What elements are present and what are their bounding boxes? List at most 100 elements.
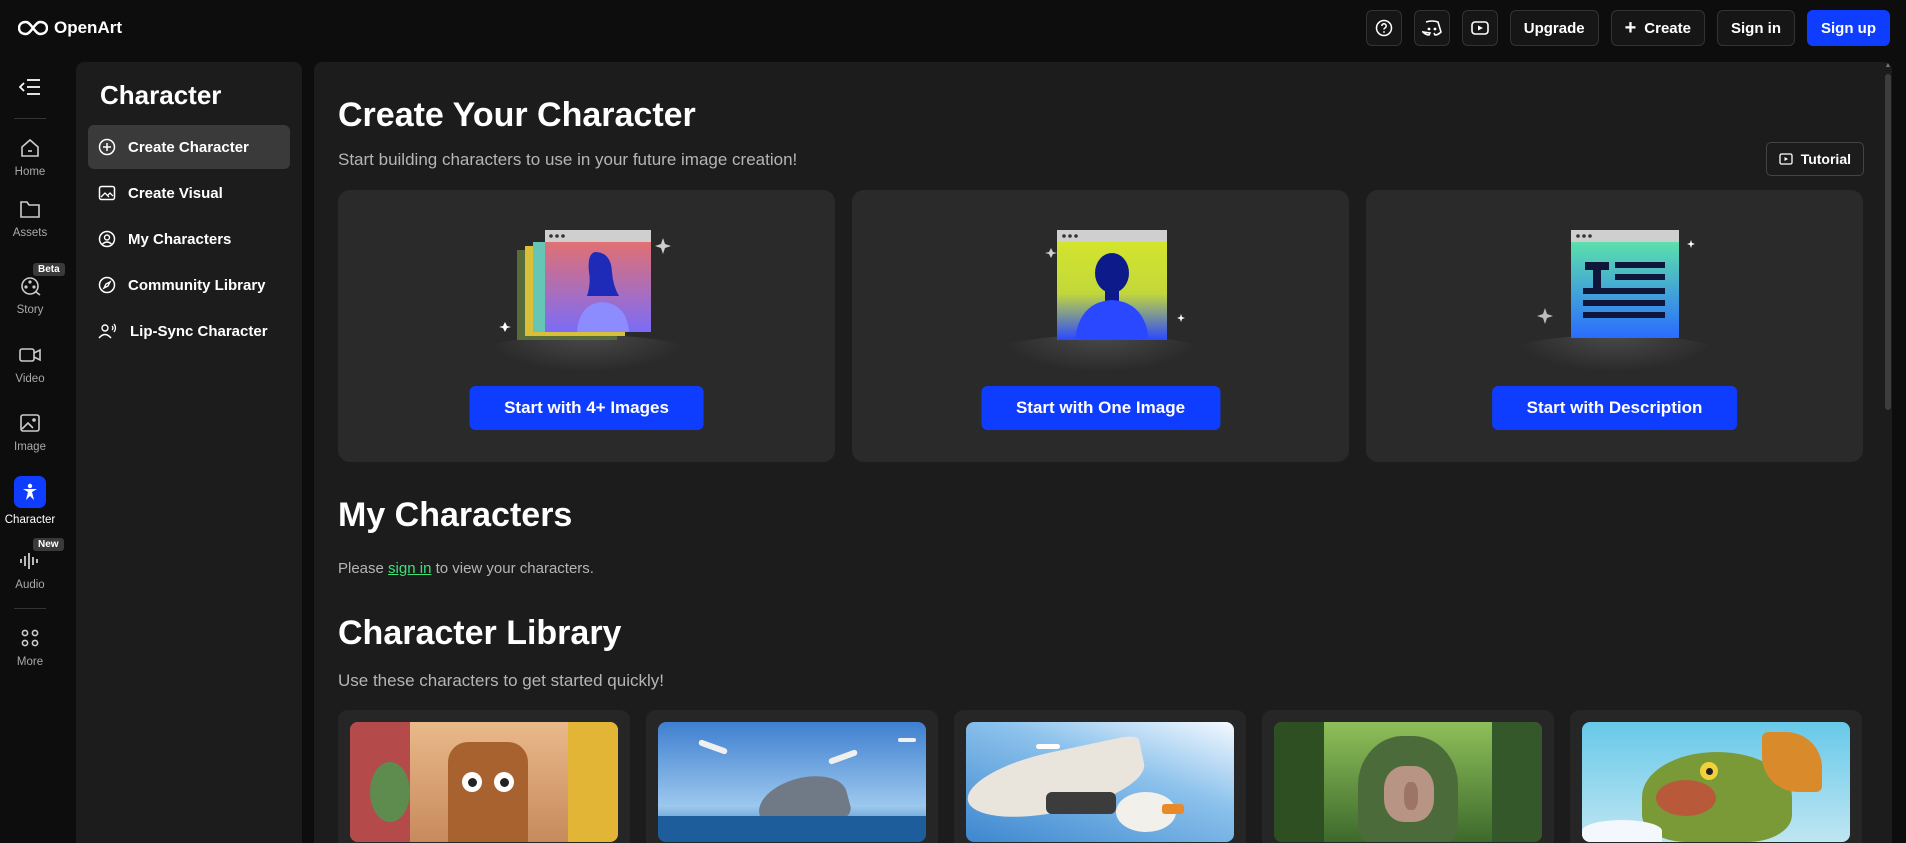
character-subnav: Character Create Character Create Visual… <box>76 62 302 843</box>
library-character-image <box>966 722 1234 842</box>
collapse-sidebar-button[interactable] <box>0 78 60 96</box>
rail-item-assets[interactable]: Assets <box>0 197 60 239</box>
sign-in-prompt-prefix: Please <box>338 560 384 577</box>
library-character-card[interactable] <box>1262 710 1554 843</box>
library-character-image <box>1582 722 1850 842</box>
subnav-item-create-visual[interactable]: Create Visual <box>88 171 290 215</box>
grid-more-icon <box>21 629 39 647</box>
start-with-one-image-card[interactable]: Start with One Image <box>852 190 1349 462</box>
app-name: OpenArt <box>54 18 122 37</box>
top-bar: OpenArt Upgrade + Create Sign in Sign up <box>0 0 1906 56</box>
discord-button[interactable] <box>1413 10 1450 46</box>
openart-logo[interactable]: OpenArt <box>18 18 122 38</box>
create-button[interactable]: + Create <box>1610 10 1705 46</box>
folder-icon <box>20 201 40 218</box>
rail-item-video[interactable]: Video <box>0 343 60 385</box>
rail-label-story: Story <box>16 304 44 316</box>
rail-label-character: Character <box>4 514 56 526</box>
subnav-title: Character <box>100 80 222 110</box>
subnav-item-my-characters[interactable]: My Characters <box>88 217 290 261</box>
page-title: Create Your Character <box>338 96 696 134</box>
home-icon <box>21 138 39 157</box>
plus-icon: + <box>1624 17 1637 39</box>
my-characters-title: My Characters <box>338 496 573 534</box>
play-screen-icon <box>1779 153 1793 165</box>
rail-divider <box>14 118 46 119</box>
subnav-label: Create Character <box>128 138 249 156</box>
start-with-description-label: Start with Description <box>1526 398 1703 417</box>
compass-icon <box>98 276 116 294</box>
main-content: ▲ Create Your Character Start building c… <box>314 62 1892 843</box>
upgrade-button[interactable]: Upgrade <box>1509 10 1599 46</box>
film-reel-icon <box>21 277 41 296</box>
scroll-up-arrow-icon[interactable]: ▲ <box>1884 62 1892 72</box>
page-subtitle: Start building characters to use in your… <box>338 150 798 169</box>
sign-in-label: Sign in <box>1731 19 1781 37</box>
rail-item-story[interactable]: Story <box>0 274 60 316</box>
tutorial-button[interactable]: Tutorial <box>1765 142 1864 176</box>
start-with-images-card[interactable]: Start with 4+ Images <box>338 190 835 462</box>
start-with-description-button[interactable]: Start with Description <box>1491 386 1738 430</box>
create-label: Create <box>1644 19 1691 37</box>
rail-item-character[interactable]: Character <box>0 476 60 526</box>
start-with-images-label: Start with 4+ Images <box>504 398 669 417</box>
library-character-card[interactable] <box>338 710 630 843</box>
tutorial-label: Tutorial <box>1800 151 1851 167</box>
sign-in-prompt: Please sign in to view your characters. <box>338 560 594 577</box>
rail-label-more: More <box>16 656 44 668</box>
scrollbar-thumb[interactable] <box>1885 74 1891 410</box>
subnav-item-community-library[interactable]: Community Library <box>88 263 290 307</box>
start-with-images-button[interactable]: Start with 4+ Images <box>469 386 704 430</box>
video-camera-icon <box>19 348 41 362</box>
rail-item-audio[interactable]: Audio <box>0 549 60 591</box>
collapse-menu-icon <box>19 79 40 95</box>
rail-label-image: Image <box>14 441 46 453</box>
question-circle-icon <box>1375 19 1393 37</box>
sign-up-label: Sign up <box>1821 19 1876 37</box>
subnav-label: My Characters <box>128 230 232 248</box>
youtube-button[interactable] <box>1461 10 1498 46</box>
start-with-description-card[interactable]: Start with Description <box>1366 190 1863 462</box>
library-character-image <box>1274 722 1542 842</box>
scrollbar[interactable]: ▲ <box>1884 62 1892 422</box>
character-library-subtitle: Use these characters to get started quic… <box>338 671 664 690</box>
single-image-illustration <box>1044 230 1185 340</box>
rail-item-more[interactable]: More <box>0 626 60 668</box>
library-character-card[interactable] <box>1570 710 1862 843</box>
image-icon <box>20 414 40 432</box>
subnav-label: Create Visual <box>128 184 223 202</box>
start-with-one-image-label: Start with One Image <box>1015 398 1186 417</box>
sign-in-button[interactable]: Sign in <box>1717 10 1795 46</box>
multiple-images-illustration <box>498 230 671 340</box>
library-character-image <box>658 722 926 842</box>
subnav-item-lip-sync-character[interactable]: Lip-Sync Character <box>88 309 290 353</box>
youtube-icon <box>1470 21 1489 35</box>
subnav-label: Community Library <box>128 276 266 294</box>
text-description-illustration <box>1536 230 1695 338</box>
user-circle-icon <box>98 230 116 248</box>
rail-item-home[interactable]: Home <box>0 136 60 178</box>
subnav-label: Lip-Sync Character <box>130 322 268 340</box>
infinity-logo-icon <box>18 20 48 36</box>
sign-up-button[interactable]: Sign up <box>1807 10 1890 46</box>
library-character-card[interactable] <box>954 710 1246 843</box>
sign-in-link[interactable]: sign in <box>388 560 431 577</box>
image-icon <box>98 185 116 201</box>
help-button[interactable] <box>1365 10 1402 46</box>
upgrade-label: Upgrade <box>1523 19 1585 37</box>
character-icon <box>23 483 37 500</box>
rail-divider <box>14 608 46 609</box>
plus-circle-icon <box>98 138 116 156</box>
subnav-item-create-character[interactable]: Create Character <box>88 125 290 169</box>
rail-label-audio: Audio <box>15 579 45 591</box>
discord-icon <box>1421 20 1442 36</box>
rail-label-video: Video <box>15 373 45 385</box>
start-with-one-image-button[interactable]: Start with One Image <box>980 386 1221 430</box>
speaking-person-icon <box>98 323 117 339</box>
character-library-title: Character Library <box>338 614 622 652</box>
rail-item-image[interactable]: Image <box>0 411 60 453</box>
library-character-image <box>350 722 618 842</box>
library-character-card[interactable] <box>646 710 938 843</box>
sign-in-prompt-suffix: to view your characters. <box>435 560 594 577</box>
rail-label-home: Home <box>14 166 46 178</box>
